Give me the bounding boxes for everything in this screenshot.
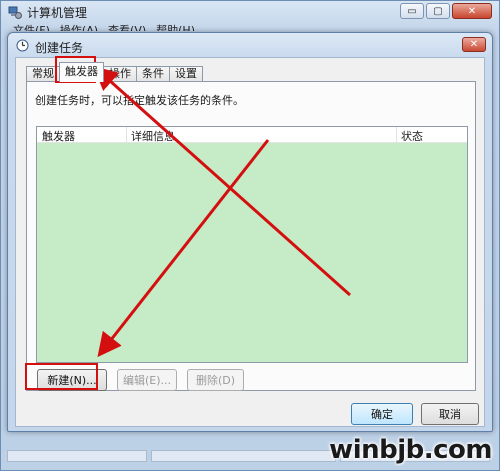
edit-trigger-button[interactable]: 编辑(E)... [117,369,177,391]
create-task-dialog: 创建任务 ✕ 常规 触发器 操作 条件 设置 创建任务时，可以指定触发该任务的条… [7,32,493,432]
tab-strip: 常规 触发器 操作 条件 设置 [26,62,203,82]
dialog-body: 常规 触发器 操作 条件 设置 创建任务时，可以指定触发该任务的条件。 触发器 … [15,57,485,427]
menu-view[interactable]: 查看(V) [108,23,146,31]
ok-button[interactable]: 确定 [351,403,413,425]
tab-conditions[interactable]: 条件 [136,66,170,82]
column-status[interactable]: 状态 [401,128,423,144]
column-divider[interactable] [126,127,127,143]
new-trigger-button[interactable]: 新建(N)... [37,369,107,391]
column-trigger[interactable]: 触发器 [42,128,75,144]
status-pane [7,450,147,462]
delete-trigger-button[interactable]: 删除(D) [187,369,244,391]
dialog-title: 创建任务 [35,41,84,55]
minimize-button[interactable]: ▭ [400,3,424,19]
triggers-list[interactable]: 触发器 详细信息 状态 [36,126,468,363]
maximize-button[interactable]: ▢ [426,3,450,19]
column-details[interactable]: 详细信息 [131,128,175,144]
background-menubar: 文件(F) 操作(A) 查看(V) 帮助(H) [13,23,195,31]
task-scheduler-icon [16,39,29,52]
background-window-title: 计算机管理 [27,6,88,20]
list-content-area[interactable] [37,143,467,362]
tab-general[interactable]: 常规 [26,66,60,82]
close-button[interactable]: ✕ [452,3,492,19]
dialog-close-button[interactable]: ✕ [462,37,486,52]
status-pane [151,450,336,462]
column-divider[interactable] [396,127,397,143]
tab-triggers[interactable]: 触发器 [59,62,104,82]
tab-settings[interactable]: 设置 [169,66,203,82]
triggers-description: 创建任务时，可以指定触发该任务的条件。 [35,94,244,107]
list-header: 触发器 详细信息 状态 [37,127,467,143]
tab-actions[interactable]: 操作 [103,66,137,82]
close-icon: ✕ [469,39,479,50]
menu-action[interactable]: 操作(A) [60,23,98,31]
site-watermark: winbjb.com [329,435,492,465]
menu-file[interactable]: 文件(F) [13,23,50,31]
background-titlebar: 计算机管理 ▭ ▢ ✕ [1,1,499,23]
computer-management-icon [8,6,22,19]
triggers-panel: 创建任务时，可以指定触发该任务的条件。 触发器 详细信息 状态 新建(N)...… [26,81,476,391]
cancel-button[interactable]: 取消 [421,403,479,425]
menu-help[interactable]: 帮助(H) [156,23,195,31]
